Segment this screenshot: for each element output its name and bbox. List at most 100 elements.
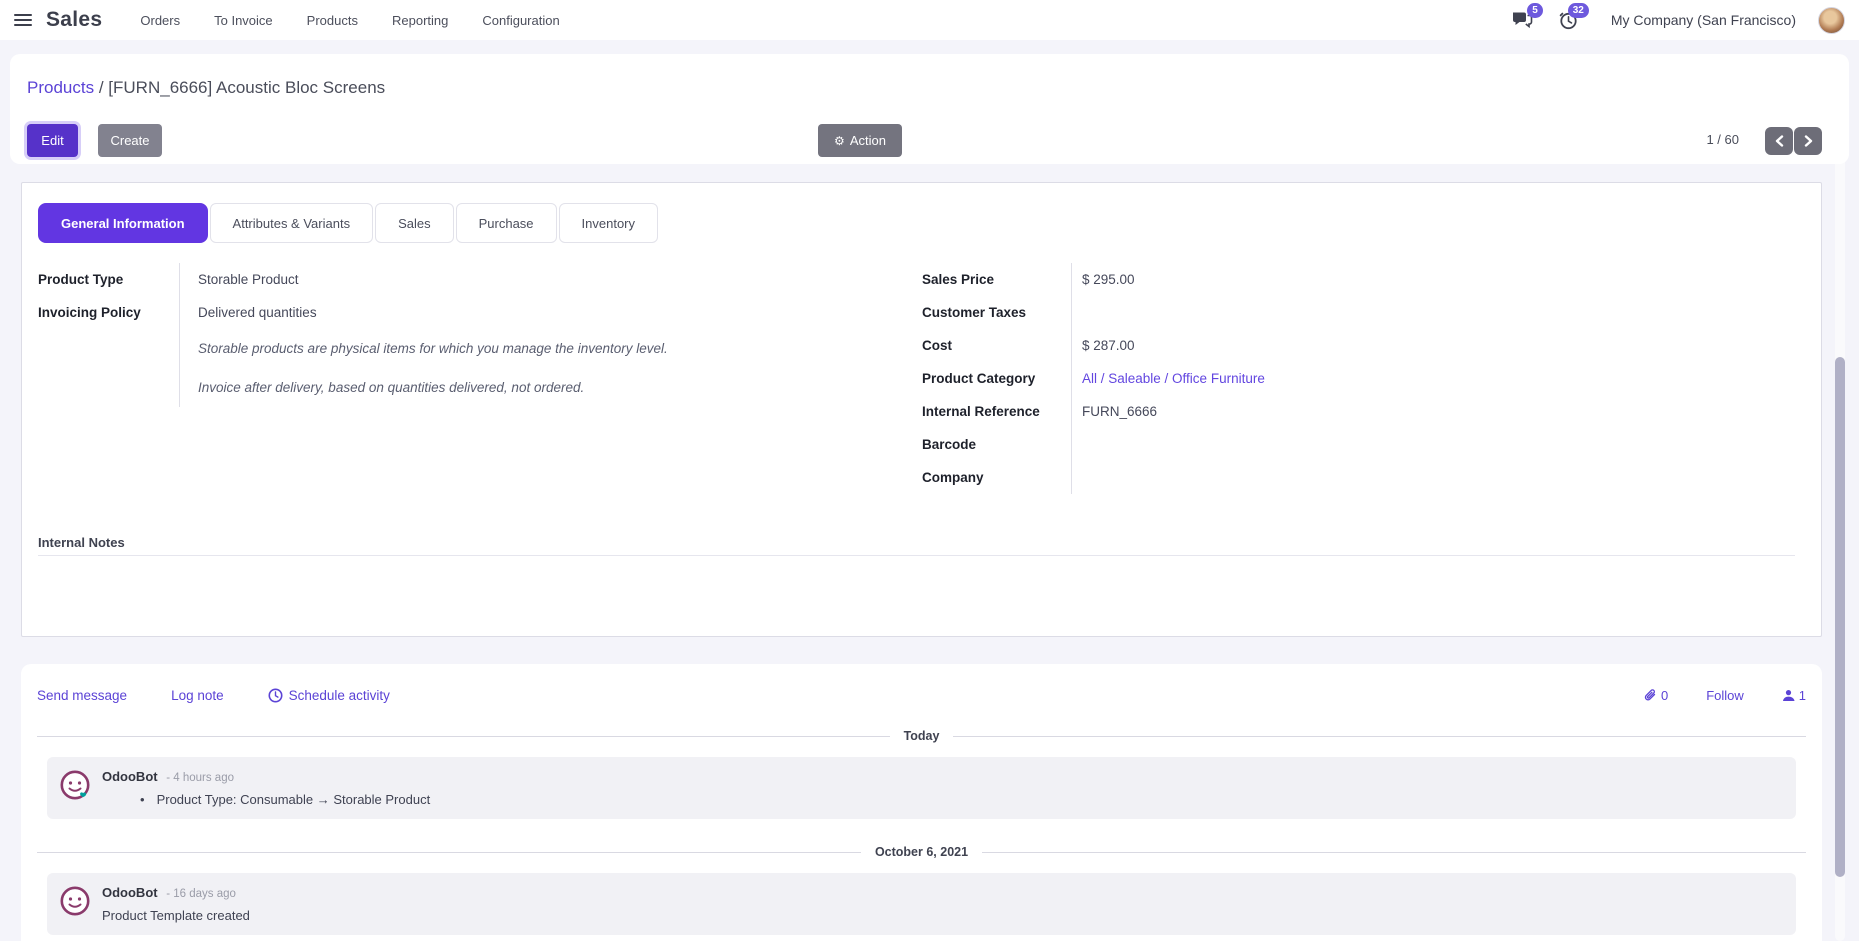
app-name[interactable]: Sales [46, 8, 102, 32]
navbar-right: 5 32 My Company (San Francisco) [1511, 7, 1845, 34]
edit-button[interactable]: Edit [27, 124, 78, 157]
field-value [1071, 296, 1532, 329]
follow-button[interactable]: Follow [1706, 688, 1744, 703]
field-cost: Cost $ 287.00 [922, 329, 1532, 362]
field-label: Cost [922, 329, 1071, 362]
menu-item-reporting[interactable]: Reporting [392, 13, 448, 28]
field-value [1071, 461, 1532, 494]
tab-inventory[interactable]: Inventory [559, 203, 658, 243]
breadcrumb-products-link[interactable]: Products [27, 78, 94, 97]
field-value [1071, 428, 1532, 461]
odoobot-avatar [59, 885, 91, 917]
user-avatar[interactable] [1818, 7, 1845, 34]
tracking-change-item: Product Type: Consumable → Storable Prod… [140, 792, 1782, 807]
tab-attributes-variants[interactable]: Attributes & Variants [210, 203, 374, 243]
message-timestamp: - 4 hours ago [166, 772, 234, 784]
help-row-invoice: Invoice after delivery, based on quantit… [38, 368, 738, 407]
field-value: FURN_6666 [1071, 395, 1532, 428]
message-author[interactable]: OdooBot [102, 885, 158, 900]
top-navbar: Sales Orders To Invoice Products Reporti… [0, 0, 1859, 40]
date-divider-today: Today [37, 729, 1806, 743]
field-product-category: Product Category All / Saleable / Office… [922, 362, 1532, 395]
message-author[interactable]: OdooBot [102, 769, 158, 784]
field-value: Delivered quantities [179, 296, 738, 329]
product-form-sheet: General Information Attributes & Variant… [21, 182, 1822, 637]
attachments-button[interactable]: 0 [1643, 688, 1668, 703]
field-label-empty [38, 368, 179, 386]
date-divider-label: Today [904, 729, 940, 743]
field-label: Sales Price [922, 263, 1071, 296]
field-label-empty [38, 329, 179, 347]
help-row-storable: Storable products are physical items for… [38, 329, 738, 368]
tab-sales[interactable]: Sales [375, 203, 454, 243]
tab-purchase[interactable]: Purchase [456, 203, 557, 243]
field-product-type: Product Type Storable Product [38, 263, 738, 296]
paperclip-icon [1643, 688, 1657, 703]
pager-previous-button[interactable] [1765, 127, 1793, 155]
messages-icon[interactable]: 5 [1511, 9, 1535, 31]
field-value: $ 295.00 [1071, 263, 1532, 296]
menu-icon[interactable] [14, 14, 32, 26]
field-customer-taxes: Customer Taxes [922, 296, 1532, 329]
message-body: Product Type: Consumable → Storable Prod… [102, 792, 1782, 807]
message-body: Product Template created [102, 908, 1782, 923]
followers-count: 1 [1799, 688, 1806, 703]
menu-item-orders[interactable]: Orders [140, 13, 180, 28]
date-divider-label: October 6, 2021 [875, 845, 968, 859]
chatter-toolbar: Send message Log note Schedule activity … [37, 688, 1806, 703]
chatter-message[interactable]: OdooBot - 4 hours ago Product Type: Cons… [47, 757, 1796, 819]
followers-button[interactable]: 1 [1782, 688, 1806, 703]
main-menu: Orders To Invoice Products Reporting Con… [140, 13, 559, 28]
help-text-invoicing: Invoice after delivery, based on quantit… [179, 368, 738, 407]
send-message-button[interactable]: Send message [37, 688, 127, 703]
chatter-message[interactable]: OdooBot - 16 days ago Product Template c… [47, 873, 1796, 935]
action-button-label: Action [850, 133, 886, 148]
field-label: Barcode [922, 428, 1071, 461]
help-text-storable: Storable products are physical items for… [179, 329, 738, 368]
field-label: Company [922, 461, 1071, 494]
product-category-link[interactable]: All / Saleable / Office Furniture [1071, 362, 1532, 395]
chevron-right-icon [1804, 135, 1813, 147]
field-label: Invoicing Policy [38, 296, 179, 329]
chevron-left-icon [1775, 135, 1784, 147]
breadcrumb-separator: / [99, 78, 104, 97]
pager-counter: 1 / 60 [1706, 132, 1739, 147]
breadcrumb-current: [FURN_6666] Acoustic Bloc Screens [108, 78, 385, 97]
create-button[interactable]: Create [98, 124, 162, 157]
field-label: Internal Reference [922, 395, 1071, 428]
messages-badge: 5 [1527, 3, 1543, 18]
log-note-button[interactable]: Log note [171, 688, 224, 703]
menu-item-configuration[interactable]: Configuration [482, 13, 559, 28]
schedule-activity-label: Schedule activity [289, 688, 390, 703]
schedule-activity-button[interactable]: Schedule activity [268, 688, 390, 703]
field-label: Customer Taxes [922, 296, 1071, 329]
field-invoicing-policy: Invoicing Policy Delivered quantities [38, 296, 738, 329]
action-button[interactable]: ⚙ Action [818, 124, 902, 157]
notebook-tabs: General Information Attributes & Variant… [38, 203, 658, 243]
control-panel: Products / [FURN_6666] Acoustic Bloc Scr… [10, 54, 1849, 164]
field-label: Product Type [38, 263, 179, 296]
company-switcher[interactable]: My Company (San Francisco) [1611, 12, 1796, 28]
activities-badge: 32 [1568, 3, 1589, 18]
tab-general-information[interactable]: General Information [38, 203, 208, 243]
field-label: Product Category [922, 362, 1071, 395]
date-divider-october: October 6, 2021 [37, 845, 1806, 859]
field-company: Company [922, 461, 1532, 494]
internal-notes-divider [38, 555, 1795, 556]
field-sales-price: Sales Price $ 295.00 [922, 263, 1532, 296]
menu-item-to-invoice[interactable]: To Invoice [214, 13, 273, 28]
attachments-count: 0 [1661, 688, 1668, 703]
chatter: Send message Log note Schedule activity … [21, 664, 1822, 941]
menu-item-products[interactable]: Products [307, 13, 358, 28]
scrollbar-thumb[interactable] [1835, 357, 1845, 877]
breadcrumb: Products / [FURN_6666] Acoustic Bloc Scr… [27, 78, 385, 98]
field-group-left: Product Type Storable Product Invoicing … [38, 263, 738, 407]
odoobot-avatar [59, 769, 91, 801]
schedule-clock-icon [268, 688, 283, 703]
message-timestamp: - 16 days ago [166, 888, 236, 900]
field-barcode: Barcode [922, 428, 1532, 461]
gear-icon: ⚙ [834, 134, 845, 148]
follower-person-icon [1782, 689, 1795, 702]
activities-icon[interactable]: 32 [1557, 9, 1581, 31]
pager-next-button[interactable] [1794, 127, 1822, 155]
